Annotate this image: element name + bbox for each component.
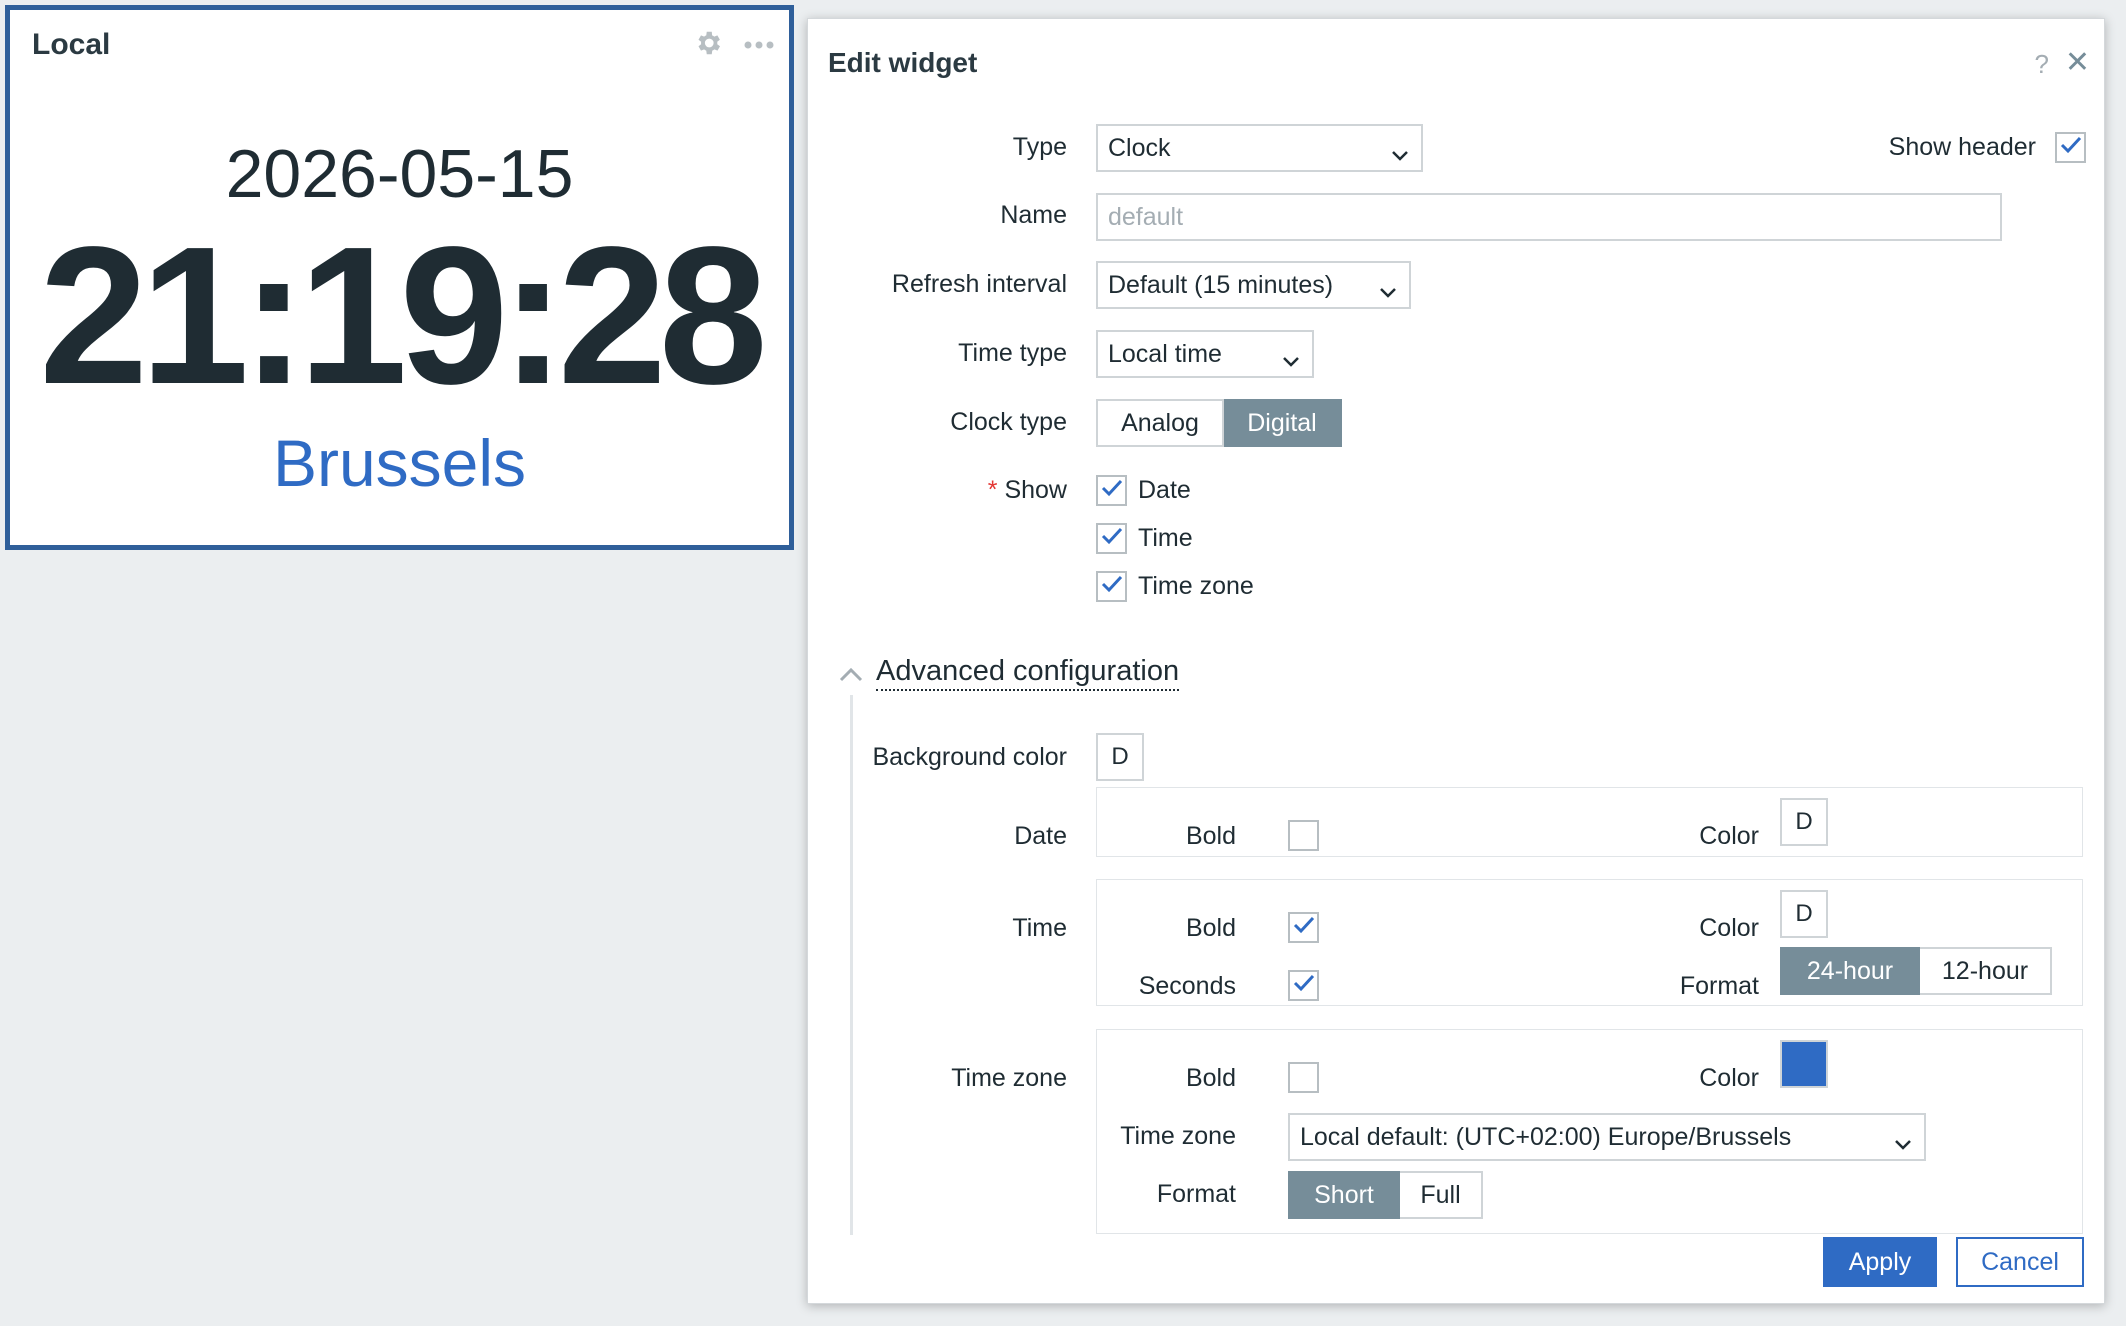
time-color-label: Color bbox=[1699, 914, 1759, 942]
timezone-select-label: Time zone bbox=[1120, 1122, 1236, 1150]
timezone-bold-checkbox[interactable] bbox=[1288, 1062, 1319, 1093]
background-color-label: Background color bbox=[872, 743, 1067, 771]
time-type-value: Local time bbox=[1108, 339, 1222, 368]
clock-time: 21:19:28 bbox=[39, 206, 768, 425]
advanced-configuration-toggle[interactable]: Advanced configuration bbox=[876, 655, 1180, 691]
dialog-title: Edit widget bbox=[828, 47, 978, 78]
help-icon[interactable]: ? bbox=[2035, 49, 2049, 80]
clock-type-analog[interactable]: Analog bbox=[1096, 399, 1224, 447]
chevron-up-icon[interactable] bbox=[838, 665, 864, 688]
timezone-select[interactable]: Local default: (UTC+02:00) Europe/Brusse… bbox=[1288, 1113, 1926, 1161]
date-fieldset bbox=[1096, 787, 2083, 857]
time-format-toggle[interactable]: 24-hour 12-hour bbox=[1780, 947, 2052, 995]
timezone-format-label: Format bbox=[1156, 1180, 1236, 1208]
type-select[interactable]: Clock bbox=[1096, 124, 1423, 172]
name-label: Name bbox=[1000, 201, 1067, 229]
date-color-label: Color bbox=[1699, 822, 1759, 850]
refresh-interval-label: Refresh interval bbox=[891, 270, 1067, 298]
date-bold-checkbox[interactable] bbox=[1288, 820, 1319, 851]
timezone-bold-label: Bold bbox=[1185, 1064, 1236, 1092]
timezone-select-value: Local default: (UTC+02:00) Europe/Brusse… bbox=[1300, 1122, 1792, 1151]
show-date-label: Date bbox=[1138, 476, 1191, 504]
time-seconds-label: Seconds bbox=[1138, 972, 1236, 1000]
close-icon[interactable]: ✕ bbox=[2065, 45, 2090, 80]
timezone-color-picker[interactable] bbox=[1780, 1040, 1828, 1088]
type-label: Type bbox=[1012, 133, 1067, 161]
clock-timezone: Brussels bbox=[272, 426, 527, 500]
required-asterisk: * bbox=[987, 476, 998, 504]
show-time-label: Time bbox=[1138, 524, 1193, 552]
clock-date: 2026-05-15 bbox=[225, 136, 574, 212]
timezone-format-short[interactable]: Short bbox=[1288, 1171, 1400, 1219]
time-format-24-hour[interactable]: 24-hour bbox=[1780, 947, 1920, 995]
time-color-picker[interactable]: D bbox=[1780, 890, 1828, 938]
chevron-down-icon bbox=[1282, 346, 1300, 375]
cancel-button[interactable]: Cancel bbox=[1956, 1237, 2084, 1287]
apply-button[interactable]: Apply bbox=[1823, 1237, 1937, 1287]
time-bold-checkbox[interactable] bbox=[1288, 912, 1319, 943]
show-date-checkbox[interactable] bbox=[1096, 475, 1127, 506]
clock-widget[interactable]: Local 2026-05-15 21:19:28 Brussels bbox=[5, 5, 794, 550]
time-type-label: Time type bbox=[958, 339, 1067, 367]
clock-type-label: Clock type bbox=[950, 408, 1067, 436]
chevron-down-icon bbox=[1379, 277, 1397, 306]
chevron-down-icon bbox=[1894, 1129, 1912, 1158]
time-type-select[interactable]: Local time bbox=[1096, 330, 1314, 378]
time-section-label: Time bbox=[1012, 914, 1067, 942]
time-bold-label: Bold bbox=[1185, 914, 1236, 942]
background-color-picker[interactable]: D bbox=[1096, 733, 1144, 781]
date-bold-label: Bold bbox=[1185, 822, 1236, 850]
timezone-color-label: Color bbox=[1699, 1064, 1759, 1092]
timezone-format-toggle[interactable]: Short Full bbox=[1288, 1171, 1483, 1219]
time-format-label: Format bbox=[1679, 972, 1759, 1000]
widget-title: Local bbox=[32, 28, 111, 61]
check-icon bbox=[1101, 575, 1123, 598]
show-label: * Show bbox=[988, 476, 1067, 505]
timezone-section-label: Time zone bbox=[951, 1064, 1067, 1092]
time-seconds-checkbox[interactable] bbox=[1288, 970, 1319, 1001]
check-icon bbox=[1293, 916, 1315, 939]
edit-widget-dialog: Edit widget ? ✕ Type Clock Show header N… bbox=[807, 18, 2105, 1304]
show-timezone-checkbox[interactable] bbox=[1096, 571, 1127, 602]
refresh-interval-value: Default (15 minutes) bbox=[1108, 270, 1334, 299]
date-color-picker[interactable]: D bbox=[1780, 798, 1828, 846]
timezone-format-full[interactable]: Full bbox=[1400, 1171, 1483, 1219]
clock-type-toggle[interactable]: Analog Digital bbox=[1096, 399, 1342, 447]
advanced-section-divider bbox=[850, 695, 853, 1235]
chevron-down-icon bbox=[1391, 140, 1409, 169]
refresh-interval-select[interactable]: Default (15 minutes) bbox=[1096, 261, 1411, 309]
check-icon bbox=[1293, 974, 1315, 997]
show-header-checkbox[interactable] bbox=[2055, 132, 2086, 163]
date-section-label: Date bbox=[1014, 822, 1067, 850]
check-icon bbox=[1101, 479, 1123, 502]
gear-icon[interactable] bbox=[693, 28, 723, 63]
check-icon bbox=[1101, 527, 1123, 550]
show-time-checkbox[interactable] bbox=[1096, 523, 1127, 554]
name-input[interactable] bbox=[1096, 193, 2002, 241]
check-icon bbox=[2060, 136, 2082, 159]
show-header-label: Show header bbox=[1888, 133, 2036, 161]
more-options-icon[interactable] bbox=[743, 37, 775, 55]
type-select-value: Clock bbox=[1108, 133, 1171, 162]
show-timezone-label: Time zone bbox=[1138, 572, 1254, 600]
show-label-text: Show bbox=[1004, 476, 1067, 504]
clock-type-digital[interactable]: Digital bbox=[1224, 399, 1342, 447]
time-format-12-hour[interactable]: 12-hour bbox=[1920, 947, 2052, 995]
